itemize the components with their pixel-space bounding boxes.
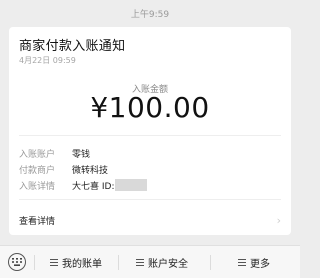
field-row-details: 入账详情 大七喜 ID: (19, 177, 148, 193)
field-value: 大七喜 ID: (72, 181, 115, 192)
divider (19, 199, 281, 200)
field-row-account: 入账账户 零钱 (19, 145, 147, 161)
field-label: 付款商户 (19, 165, 56, 176)
field-value: 零钱 (72, 149, 91, 160)
field-value-wrap: 大七喜 ID: (72, 179, 148, 192)
status-time: 上午9:59 (130, 10, 170, 20)
menu-item-label: 我的账单 (62, 259, 102, 270)
menu-item-more[interactable]: 更多 (238, 255, 270, 270)
field-label: 入账详情 (19, 181, 56, 192)
menu-list-icon (136, 257, 144, 268)
menu-item-label: 账户安全 (148, 259, 188, 270)
menu-item-account-security[interactable]: 账户安全 (136, 255, 188, 270)
menu-list-icon (50, 257, 58, 268)
notification-date: 4月22日 09:59 (19, 56, 76, 65)
view-details-link[interactable]: 查看详情 › (19, 213, 281, 227)
menu-item-my-bills[interactable]: 我的账单 (50, 255, 102, 270)
keyboard-icon[interactable] (8, 253, 26, 271)
notification-title: 商家付款入账通知 (19, 39, 126, 54)
menu-item-label: 更多 (250, 259, 270, 270)
field-value: 微转科技 (72, 165, 109, 176)
bottom-menu-bar: 我的账单 账户安全 更多 (0, 245, 300, 278)
amount-value: ¥100.00 (90, 91, 210, 124)
chevron-right-icon: › (276, 213, 281, 227)
divider (19, 135, 281, 136)
menu-separator (210, 255, 211, 270)
view-details-label: 查看详情 (19, 216, 56, 227)
menu-separator (34, 255, 35, 270)
menu-separator (118, 255, 119, 270)
redacted-id-block (115, 179, 148, 191)
field-label: 入账账户 (19, 149, 56, 160)
field-row-merchant: 付款商户 微转科技 (19, 161, 147, 177)
payment-notification-card[interactable]: 商家付款入账通知 4月22日 09:59 入账金额 ¥100.00 入账账户 零… (9, 27, 291, 235)
detail-rows: 入账账户 零钱 付款商户 微转科技 入账详情 大七喜 ID: (19, 145, 148, 193)
menu-list-icon (238, 257, 246, 268)
